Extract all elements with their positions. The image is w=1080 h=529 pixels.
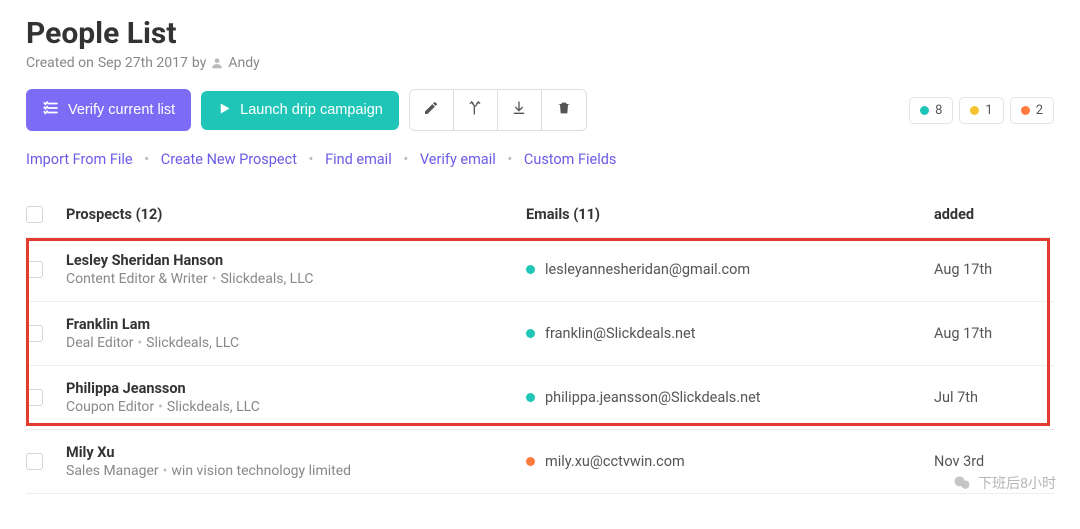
icon-button-group — [409, 89, 587, 131]
verify-list-button[interactable]: Verify current list — [26, 89, 191, 131]
dot-green-icon — [920, 106, 929, 115]
user-icon — [210, 55, 224, 71]
table-header: Prospects (12) Emails (11) added — [26, 196, 1054, 238]
select-all-checkbox[interactable] — [26, 206, 43, 223]
status-yellow-count: 1 — [985, 103, 992, 118]
dot-orange-icon — [1021, 106, 1030, 115]
dot-yellow-icon — [970, 106, 979, 115]
email-status-dot-icon — [526, 393, 535, 402]
download-button[interactable] — [498, 90, 542, 130]
prospect-company: win vision technology limited — [171, 463, 351, 479]
prospect-position: Sales Manager — [66, 463, 159, 479]
delete-button[interactable] — [542, 90, 586, 130]
prospect-email: franklin@Slickdeals.net — [545, 325, 695, 342]
launch-campaign-button[interactable]: Launch drip campaign — [201, 91, 399, 130]
table-row[interactable]: Lesley Sheridan Hanson Content Editor & … — [26, 238, 1054, 302]
action-row: Verify current list Launch drip campaign — [26, 89, 1054, 131]
table-row[interactable]: Mily Xu Sales Manager•win vision technol… — [26, 430, 1054, 494]
added-date: Aug 17th — [934, 261, 1054, 278]
launch-campaign-label: Launch drip campaign — [240, 102, 383, 118]
separator: • — [507, 151, 512, 168]
prospect-email: philippa.jeansson@Slickdeals.net — [545, 389, 761, 406]
link-import[interactable]: Import From File — [26, 151, 133, 168]
table-row[interactable]: Philippa Jeansson Coupon Editor•Slickdea… — [26, 366, 1054, 430]
page-title: People List — [26, 16, 1054, 51]
prospect-position: Deal Editor — [66, 335, 133, 351]
row-checkbox[interactable] — [26, 389, 43, 406]
added-date: Aug 17th — [934, 325, 1054, 342]
watermark: 下班后8小时 — [952, 473, 1056, 493]
pencil-icon — [423, 100, 439, 120]
download-icon — [511, 100, 527, 120]
prospect-subtitle: Coupon Editor•Slickdeals, LLC — [66, 399, 526, 415]
created-date: Sep 27th 2017 — [98, 55, 188, 71]
trash-icon — [556, 100, 572, 120]
prospect-name: Philippa Jeansson — [66, 380, 526, 397]
row-checkbox[interactable] — [26, 261, 43, 278]
page-subtitle: Created on Sep 27th 2017 by Andy — [26, 55, 1054, 71]
merge-icon — [467, 100, 483, 120]
wechat-icon — [952, 473, 972, 493]
status-group: 8 1 2 — [909, 97, 1054, 124]
prospect-position: Content Editor & Writer — [66, 271, 208, 287]
status-orange-count: 2 — [1036, 103, 1043, 118]
prospect-position: Coupon Editor — [66, 399, 154, 415]
prospect-company: Slickdeals, LLC — [146, 335, 239, 351]
email-status-dot-icon — [526, 329, 535, 338]
separator: • — [309, 151, 314, 168]
created-prefix: Created on — [26, 55, 94, 71]
header-checkbox-col — [26, 206, 66, 223]
prospect-name: Mily Xu — [66, 444, 526, 461]
prospect-name: Franklin Lam — [66, 316, 526, 333]
prospect-email: lesleyannesheridan@gmail.com — [545, 261, 750, 278]
header-added: added — [934, 206, 1054, 223]
list-check-icon — [42, 99, 60, 121]
merge-button[interactable] — [454, 90, 498, 130]
author-name: Andy — [228, 55, 259, 71]
play-icon — [217, 101, 232, 120]
status-chip-green[interactable]: 8 — [909, 97, 953, 124]
email-status-dot-icon — [526, 457, 535, 466]
prospect-company: Slickdeals, LLC — [220, 271, 313, 287]
separator: • — [144, 151, 149, 168]
prospect-subtitle: Content Editor & Writer•Slickdeals, LLC — [66, 271, 526, 287]
prospect-email: mily.xu@cctvwin.com — [545, 453, 685, 470]
links-row: Import From File • Create New Prospect •… — [26, 151, 1054, 168]
row-checkbox[interactable] — [26, 453, 43, 470]
verify-list-label: Verify current list — [68, 102, 175, 118]
prospect-company: Slickdeals, LLC — [167, 399, 260, 415]
table-row[interactable]: Franklin Lam Deal Editor•Slickdeals, LLC… — [26, 302, 1054, 366]
status-chip-yellow[interactable]: 1 — [959, 97, 1003, 124]
added-date: Jul 7th — [934, 389, 1054, 406]
status-green-count: 8 — [935, 103, 942, 118]
link-custom[interactable]: Custom Fields — [524, 151, 617, 168]
link-create[interactable]: Create New Prospect — [161, 151, 297, 168]
prospect-subtitle: Deal Editor•Slickdeals, LLC — [66, 335, 526, 351]
table-body: Lesley Sheridan Hanson Content Editor & … — [26, 238, 1054, 494]
separator: • — [403, 151, 408, 168]
prospect-name: Lesley Sheridan Hanson — [66, 252, 526, 269]
prospect-subtitle: Sales Manager•win vision technology limi… — [66, 463, 526, 479]
link-verify[interactable]: Verify email — [420, 151, 496, 168]
edit-button[interactable] — [410, 90, 454, 130]
row-checkbox[interactable] — [26, 325, 43, 342]
watermark-text: 下班后8小时 — [978, 473, 1056, 493]
added-date: Nov 3rd — [934, 453, 1054, 470]
created-by-word: by — [192, 55, 206, 71]
email-status-dot-icon — [526, 265, 535, 274]
header-prospects: Prospects (12) — [66, 206, 526, 223]
header-emails: Emails (11) — [526, 206, 934, 223]
link-find[interactable]: Find email — [325, 151, 392, 168]
status-chip-orange[interactable]: 2 — [1010, 97, 1054, 124]
